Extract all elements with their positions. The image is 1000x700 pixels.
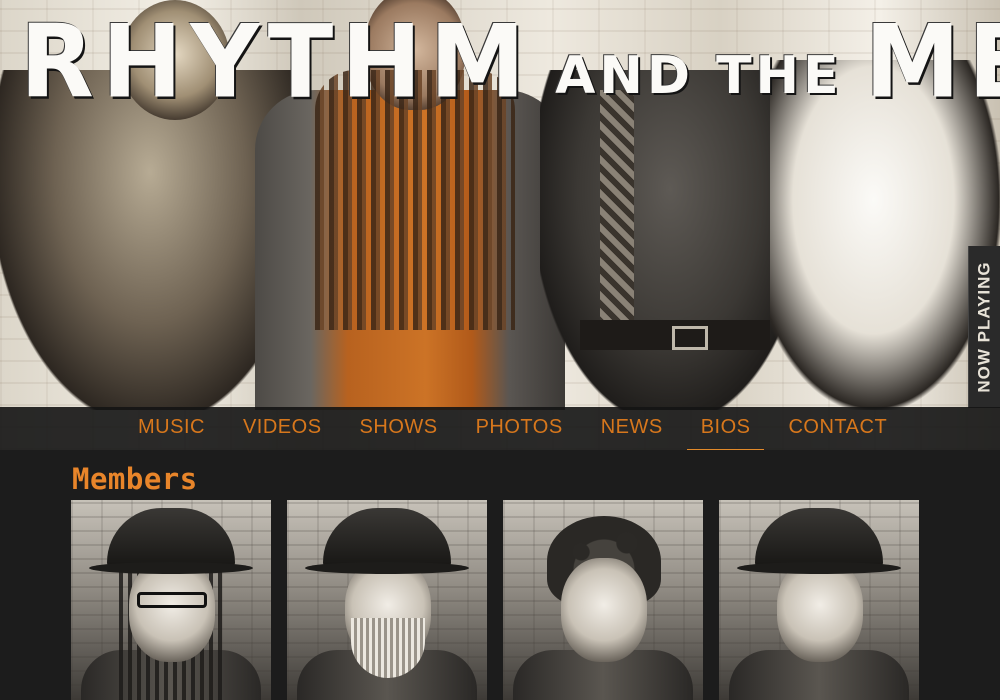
logo-word-the: THE: [716, 46, 843, 106]
main-navigation: MUSIC VIDEOS SHOWS PHOTOS NEWS BIOS CONT…: [0, 407, 1000, 450]
nav-item-videos[interactable]: VIDEOS: [243, 410, 322, 447]
now-playing-tab[interactable]: NOW PLAYING: [968, 246, 1000, 408]
nav-item-news[interactable]: NEWS: [601, 410, 663, 447]
nav-item-photos[interactable]: PHOTOS: [476, 410, 563, 447]
band-photo-member-2: [255, 0, 565, 410]
member-card-2[interactable]: [287, 500, 487, 700]
section-title-members: Members: [72, 462, 198, 496]
member-card-4[interactable]: [719, 500, 919, 700]
nav-item-music[interactable]: MUSIC: [138, 410, 205, 447]
logo-word-and: AND: [555, 46, 695, 106]
nav-item-bios[interactable]: BIOS: [686, 410, 765, 450]
band-logo[interactable]: RHYTHM AND THE METHOD: [20, 2, 1000, 122]
logo-word-rhythm: RHYTHM: [20, 3, 534, 121]
nav-item-shows[interactable]: SHOWS: [360, 410, 438, 447]
members-grid: [71, 500, 931, 700]
member-photo-glasses: [137, 592, 207, 608]
logo-word-method: METHOD: [864, 3, 1000, 121]
hero-banner: RHYTHM AND THE METHOD NOW PLAYING MUSIC …: [0, 0, 1000, 450]
now-playing-label: NOW PLAYING: [975, 261, 994, 393]
nav-item-contact[interactable]: CONTACT: [788, 410, 887, 447]
member-card-3[interactable]: [503, 500, 703, 700]
member-photo-face: [561, 558, 647, 662]
member-card-1[interactable]: [71, 500, 271, 700]
